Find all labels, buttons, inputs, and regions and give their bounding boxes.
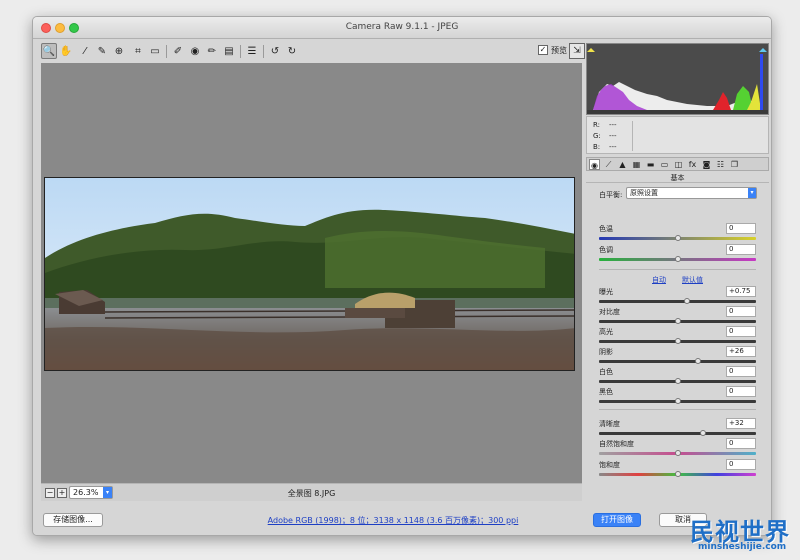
fullscreen-toggle-icon[interactable]: ⇲ (569, 43, 585, 59)
slider-thumb-whites[interactable] (674, 378, 681, 384)
watermark-url: minsheshijie.com (698, 542, 787, 552)
workflow-options-link[interactable]: Adobe RGB (1998)；8 位；3138 x 1148 (3.6 百万… (243, 515, 543, 526)
watermark-logo: 民视世界 minsheshijie.com (690, 512, 800, 560)
white-balance-label: 白平衡: (599, 191, 623, 199)
r-label: R: (593, 121, 601, 129)
preferences-icon[interactable]: ☰ (244, 43, 260, 59)
g-label: G: (593, 132, 601, 140)
chevron-down-icon: ▾ (748, 188, 756, 198)
slider-value-contrast[interactable]: 0 (726, 306, 756, 317)
slider-thumb-blacks[interactable] (674, 398, 681, 404)
crop-icon[interactable]: ⌗ (130, 43, 146, 59)
white-balance-icon[interactable]: ⁄ (77, 43, 93, 59)
slider-value-temperature[interactable]: 0 (726, 223, 756, 234)
white-balance-select[interactable]: 原照设置 ▾ (626, 187, 757, 199)
white-balance-value: 原照设置 (630, 189, 658, 197)
slider-label-clarity: 清晰度 (599, 420, 620, 428)
title-bar[interactable]: Camera Raw 9.1.1 - JPEG (33, 17, 771, 39)
slider-label-vibrance: 自然饱和度 (599, 440, 634, 448)
tab-transform-icon[interactable]: ◫ (673, 159, 684, 170)
tab-detail-icon[interactable]: ▲ (617, 159, 628, 170)
slider-thumb-highlights[interactable] (674, 338, 681, 344)
camera-raw-window: Camera Raw 9.1.1 - JPEG 🔍 ✋ ⁄ ✎ ⊕ ⌗ ▭ ✐ … (32, 16, 772, 536)
slider-value-shadows[interactable]: +26 (726, 346, 756, 357)
r-value: --- (609, 121, 617, 129)
hand-icon[interactable]: ✋ (58, 43, 74, 59)
target-adjust-icon[interactable]: ⊕ (111, 43, 127, 59)
tab-tone-curve-icon[interactable]: ⟋ (603, 159, 614, 170)
b-value: --- (609, 143, 617, 151)
g-value: --- (609, 132, 617, 140)
color-sampler-icon[interactable]: ✎ (94, 43, 110, 59)
histogram-graph (587, 44, 768, 114)
slider-thumb-shadows[interactable] (694, 358, 701, 364)
red-eye-icon[interactable]: ◉ (187, 43, 203, 59)
b-label: B: (593, 143, 601, 151)
straighten-icon[interactable]: ▭ (147, 43, 163, 59)
adjustment-brush-icon[interactable]: ✏ (204, 43, 220, 59)
slider-thumb-temperature[interactable] (674, 235, 681, 241)
slider-label-temperature: 色温 (599, 225, 613, 233)
slider-value-vibrance[interactable]: 0 (726, 438, 756, 449)
preview-label: 预览 (551, 46, 567, 55)
bottom-bar: 存储图像... Adobe RGB (1998)；8 位；3138 x 1148… (33, 503, 771, 535)
preview-checkbox[interactable]: ✓ (538, 45, 548, 55)
tab-presets-icon[interactable]: ☷ (715, 159, 726, 170)
slider-value-tint[interactable]: 0 (726, 244, 756, 255)
slider-track-clarity[interactable] (599, 432, 756, 435)
default-link[interactable]: 默认值 (682, 275, 703, 285)
rgb-readout: R: --- G: --- B: --- (586, 116, 769, 154)
histogram (586, 43, 769, 115)
slider-label-tint: 色调 (599, 246, 613, 254)
tab-hsl-icon[interactable]: ▦ (631, 159, 642, 170)
slider-thumb-contrast[interactable] (674, 318, 681, 324)
slider-value-blacks[interactable]: 0 (726, 386, 756, 397)
tab-basic-icon[interactable]: ◉ (589, 159, 600, 170)
slider-thumb-clarity[interactable] (699, 430, 706, 436)
slider-value-saturation[interactable]: 0 (726, 459, 756, 470)
slider-label-saturation: 饱和度 (599, 461, 620, 469)
graduated-filter-icon[interactable]: ▤ (221, 43, 237, 59)
tab-split-toning-icon[interactable]: ▬ (645, 159, 656, 170)
slider-value-clarity[interactable]: +32 (726, 418, 756, 429)
panel-tabs: ◉ ⟋ ▲ ▦ ▬ ▭ ◫ fx ◙ ☷ ❐ (586, 157, 769, 171)
slider-track-shadows[interactable] (599, 360, 756, 363)
open-image-button[interactable]: 打开图像 (593, 513, 641, 527)
slider-thumb-exposure[interactable] (683, 298, 690, 304)
slider-label-highlights: 高光 (599, 328, 613, 336)
save-image-button[interactable]: 存储图像... (43, 513, 103, 527)
slider-label-shadows: 阴影 (599, 348, 613, 356)
tab-lens-icon[interactable]: ▭ (659, 159, 670, 170)
slider-thumb-tint[interactable] (674, 256, 681, 262)
panel-header: 基本 (586, 173, 769, 183)
landscape-image (45, 178, 574, 370)
slider-value-exposure[interactable]: +0.75 (726, 286, 756, 297)
window-title: Camera Raw 9.1.1 - JPEG (345, 22, 459, 32)
spot-removal-icon[interactable]: ✐ (170, 43, 186, 59)
slider-label-exposure: 曝光 (599, 288, 613, 296)
slider-label-contrast: 对比度 (599, 308, 620, 316)
tab-effects-icon[interactable]: fx (687, 159, 698, 170)
slider-value-whites[interactable]: 0 (726, 366, 756, 377)
rotate-ccw-icon[interactable]: ↺ (267, 43, 283, 59)
tab-snapshots-icon[interactable]: ❐ (729, 159, 740, 170)
file-name: 全景图 8.JPG (287, 489, 336, 498)
preview-canvas[interactable] (41, 63, 582, 483)
slider-thumb-saturation[interactable] (674, 471, 681, 477)
status-bar: − + 26.3% ▾ 全景图 8.JPG (41, 483, 582, 501)
slider-label-whites: 白色 (599, 368, 613, 376)
tool-bar: 🔍 ✋ ⁄ ✎ ⊕ ⌗ ▭ ✐ ◉ ✏ ▤ ☰ ↺ ↻ ✓ 预览 ⇲ (41, 43, 585, 61)
right-panel: R: --- G: --- B: --- ◉ ⟋ ▲ ▦ ▬ ▭ ◫ fx ◙ … (586, 43, 769, 503)
panorama-image[interactable] (44, 177, 575, 371)
tab-camera-calibration-icon[interactable]: ◙ (701, 159, 712, 170)
slider-value-highlights[interactable]: 0 (726, 326, 756, 337)
slider-label-blacks: 黑色 (599, 388, 613, 396)
zoom-icon[interactable]: 🔍 (41, 43, 57, 59)
rotate-cw-icon[interactable]: ↻ (284, 43, 300, 59)
slider-track-exposure[interactable] (599, 300, 756, 303)
slider-thumb-vibrance[interactable] (674, 450, 681, 456)
auto-link[interactable]: 自动 (652, 275, 666, 285)
